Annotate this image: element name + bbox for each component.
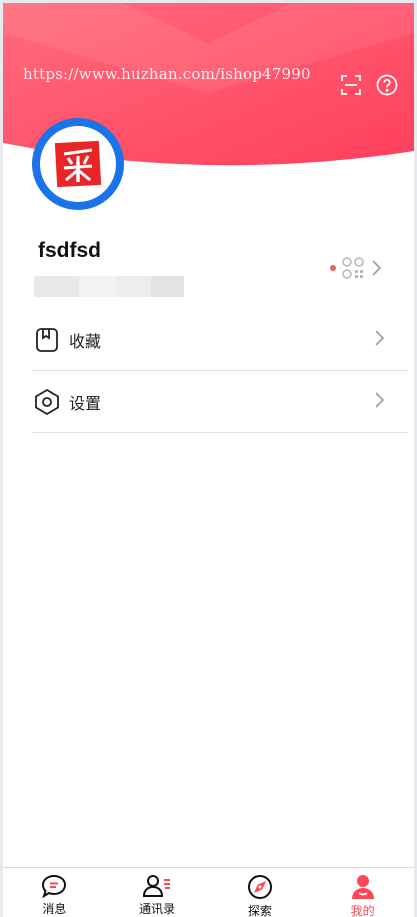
hexagon-settings-icon bbox=[33, 388, 61, 416]
watermark-url: https://www.huzhan.com/ishop47990 bbox=[23, 65, 311, 83]
contacts-icon bbox=[143, 874, 171, 898]
menu-item-label: 收藏 bbox=[69, 331, 102, 351]
tab-me[interactable]: 我的 bbox=[311, 868, 414, 917]
tab-contacts[interactable]: 通讯录 bbox=[106, 868, 209, 917]
bookmark-icon bbox=[33, 326, 61, 354]
chevron-right-icon bbox=[374, 329, 386, 351]
bottom-tab-bar: 消息 通讯录 探索 我的 bbox=[3, 867, 414, 917]
tab-messages[interactable]: 消息 bbox=[3, 868, 106, 917]
menu-item-settings[interactable]: 设置 bbox=[32, 371, 408, 433]
tab-label: 消息 bbox=[42, 902, 67, 916]
notice-dot bbox=[330, 265, 336, 271]
tab-label: 探索 bbox=[247, 904, 272, 917]
chat-bubble-icon bbox=[40, 874, 68, 898]
tab-label: 通讯录 bbox=[139, 902, 176, 916]
chevron-right-icon[interactable] bbox=[371, 259, 383, 281]
qr-code-icon[interactable] bbox=[341, 256, 365, 280]
avatar-frame bbox=[40, 126, 116, 202]
app-screen: https://www.huzhan.com/ishop47990 fsdfsd bbox=[3, 3, 414, 917]
username: fsdfsd bbox=[38, 239, 101, 262]
menu-item-label: 设置 bbox=[69, 393, 102, 413]
scan-icon[interactable] bbox=[339, 73, 363, 97]
red-seal-logo bbox=[54, 140, 102, 188]
menu-item-favorites[interactable]: 收藏 bbox=[32, 309, 408, 371]
tab-label: 我的 bbox=[350, 904, 375, 917]
avatar[interactable] bbox=[32, 118, 124, 210]
chevron-right-icon bbox=[374, 391, 386, 413]
user-id-placeholder bbox=[34, 276, 184, 297]
help-circle-icon[interactable] bbox=[375, 73, 399, 97]
person-icon bbox=[349, 874, 377, 900]
tab-explore[interactable]: 探索 bbox=[209, 868, 312, 917]
compass-icon bbox=[246, 874, 274, 900]
